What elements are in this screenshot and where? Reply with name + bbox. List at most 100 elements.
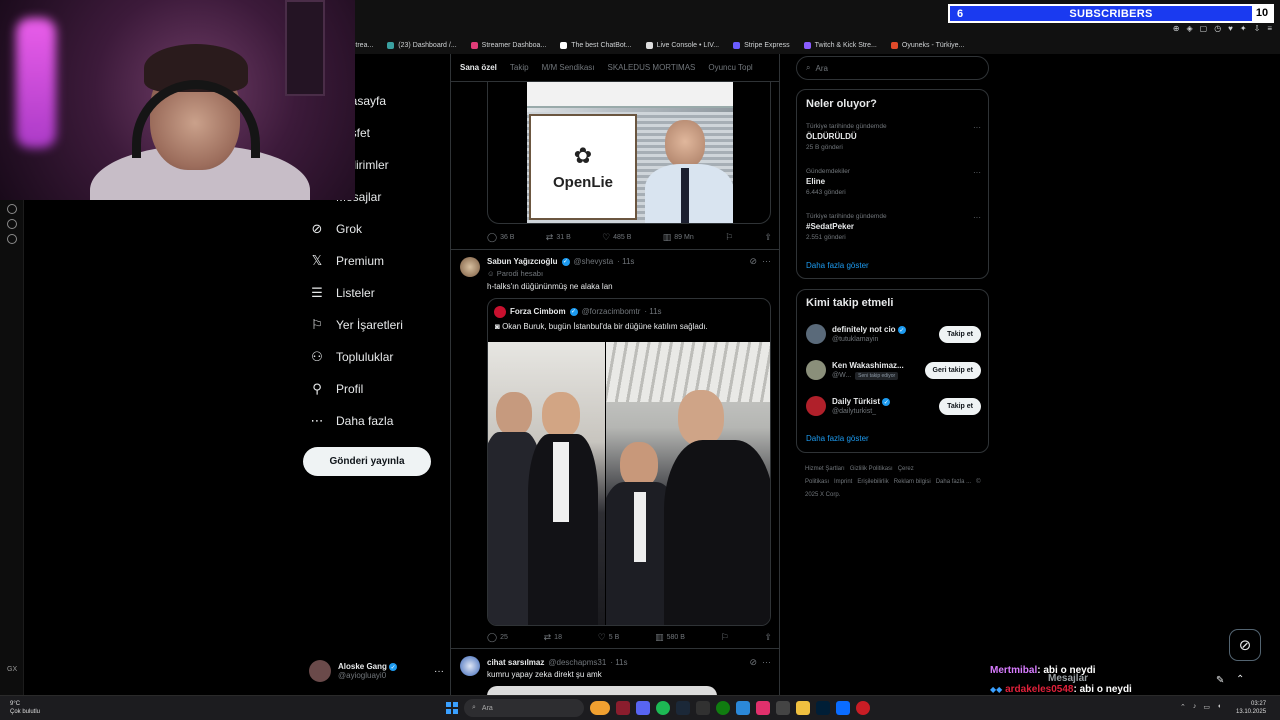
views-button[interactable]: ▥ 580 B [655,632,685,643]
nav-item-more-circle[interactable]: ⋯ Daha fazla [310,409,394,433]
bookmark-item[interactable]: Live Console • LIV... [645,38,719,52]
expand-chevron-icon[interactable]: ⌃ [1236,674,1244,685]
follow-suggestion[interactable]: definitely not cio ✓ @tutuklamayin Takip e… [806,323,981,345]
author-handle[interactable]: @shevysta [574,257,614,266]
more-icon[interactable]: ··· [973,213,981,222]
post-media[interactable]: ✿ OpenLie [487,82,771,224]
author-name[interactable]: Sabun Yağızcıoğlu [487,257,558,266]
chevron-up-icon[interactable]: ⌃ [1180,703,1186,711]
post-menu[interactable]: ⊘ ··· [749,657,771,668]
bookmark-item[interactable]: Streamer Dashboa... [470,38,546,52]
compose-message-icon[interactable]: ✎ [1216,675,1224,686]
taskbar-search[interactable]: ⌕ Ara [464,699,584,717]
system-clock[interactable]: 03:27 13.10.2025 [1236,700,1266,716]
app-icon[interactable] [836,701,850,715]
follow-button[interactable]: Takip et [939,398,981,415]
more-icon[interactable]: ··· [973,123,981,132]
share-button[interactable]: ⇪ [764,632,772,643]
file-explorer-icon[interactable] [796,701,810,715]
photo-left[interactable] [488,342,605,625]
reply-button[interactable]: ◯ 36 B [487,232,514,243]
tab-icon[interactable]: ▢ [1200,24,1208,33]
follow-button[interactable]: Geri takip et [924,362,981,379]
settings-icon[interactable] [6,234,17,244]
more-icon[interactable]: ··· [973,168,981,177]
follow-button[interactable]: Takip et [939,326,981,343]
repost-button[interactable]: ⇄ 31 B [546,232,571,243]
timeline-tab[interactable]: M/M Sendikası [542,63,595,72]
timeline-tab[interactable]: SKALEDUS MORTIMAS [608,63,696,72]
bookmark-item[interactable]: The best ChatBot... [560,38,632,52]
post-button[interactable]: Gönderi yayınla [303,447,431,476]
search-input[interactable]: Ara [815,64,827,73]
timeline-tab[interactable]: Oyuncu Topl [708,63,752,72]
bookmark-button[interactable]: ⚐ [725,232,733,243]
bookmark-button[interactable]: ⚐ [721,632,729,643]
xbox-icon[interactable] [716,701,730,715]
zoom-icon[interactable]: ⊕ [1173,24,1180,33]
like-button[interactable]: ♡ 485 B [602,232,631,243]
discord-icon[interactable] [636,701,650,715]
post-time[interactable]: · 11s [617,257,634,266]
clock-icon[interactable] [6,204,17,214]
views-button[interactable]: ▥ 89 Mn [663,232,694,243]
timeline-tab[interactable]: Sana özel [460,63,497,72]
post[interactable]: Sabun Yağızcıoğlu ✓ @shevysta · 11s ⊘ ··… [451,251,779,649]
follow-suggestion[interactable]: Daily Türkist ✓ @dailyturkist_ Takip et [806,395,981,417]
shield-icon[interactable]: ◈ [1186,24,1192,33]
heart-icon[interactable]: ♥ [1228,24,1233,33]
download-icon[interactable]: ⇩ [1254,24,1261,33]
epic-games-icon[interactable] [696,701,710,715]
search-box[interactable]: ⌕ Ara [796,56,989,80]
spotify-icon[interactable] [656,701,670,715]
account-switcher[interactable]: Aloske Gang ✓ @ayiogluayi0 ··· [309,658,444,684]
trend-item[interactable]: Türkiye tarihinde gündemde ÖLDÜRÜLDÜ 25 B … [806,123,981,151]
weather-widget[interactable]: 9°C Çok bulutlu [10,700,40,716]
post[interactable]: ✿ OpenLie ◯ 36 B ⇄ 31 B ♡ 485 B ▥ 89 Mn ⚐ ⇪ [451,82,779,250]
app-icon[interactable] [776,701,790,715]
avatar[interactable] [460,257,480,277]
trends-show-more[interactable]: Daha fazla göster [806,261,869,270]
start-button[interactable] [446,702,458,714]
more-icon[interactable]: ··· [762,256,771,266]
opera-gx-icon[interactable] [616,701,630,715]
nav-item-bookmark[interactable]: ⚐ Yer İşaretleri [310,313,403,337]
network-icon[interactable]: ▭ [1203,703,1210,711]
nav-item-communities[interactable]: ⚇ Topluluklar [310,345,393,369]
grok-icon[interactable]: ⊘ [749,657,757,667]
bookmark-item[interactable]: (23) Dashboard /... [387,38,457,52]
trend-item[interactable]: Gündemdekiler Eline 6.443 gönderi ··· [806,168,981,196]
footer-link[interactable]: Erişilebilirlik [857,479,888,485]
who-to-follow-show-more[interactable]: Daha fazla göster [806,434,869,443]
bookmark-item[interactable]: Stripe Express [733,38,790,52]
share-button[interactable]: ⇪ [764,232,772,243]
trend-item[interactable]: Türkiye tarihinde gündemde #SedatPeker 2.5… [806,213,981,241]
like-button[interactable]: ♡ 5 B [598,632,620,643]
footer-link[interactable]: Gizlilik Politikası [850,466,893,472]
grok-button[interactable]: ⊘ [1229,629,1261,661]
avatar[interactable] [460,656,480,676]
steam-icon[interactable] [676,701,690,715]
author-name[interactable]: cihat sarsılmaz [487,658,544,667]
quoted-post[interactable]: Forza Cimbom ✓ @forzacimbomtr · 11s ◙ Ok… [487,298,771,626]
bookmark-item[interactable]: Twitch & Kick Stre... [803,38,877,52]
grok-icon[interactable]: ⊘ [749,256,757,266]
messenger-icon[interactable] [6,219,17,229]
bookmark-item[interactable]: Oyuneks - Türkiye... [890,38,964,52]
widgets-icon[interactable] [590,701,610,715]
follow-suggestion[interactable]: Ken Wakashimaz... @W... Seni takip ediyor G… [806,359,981,381]
footer-link[interactable]: Hizmet Şartları [805,466,845,472]
more-icon[interactable]: ··· [762,657,771,667]
nav-item-grok[interactable]: ⊘ Grok [310,217,362,241]
menu-icon[interactable]: ≡ [1267,24,1272,33]
app-icon[interactable] [736,701,750,715]
footer-link[interactable]: Daha fazla ... [936,479,971,485]
reply-button[interactable]: ◯ 25 [487,632,508,643]
nav-item-list[interactable]: ☰ Listeler [310,281,375,305]
post-menu[interactable]: ⊘ ··· [749,256,771,267]
photo-right[interactable] [606,342,770,625]
author-handle[interactable]: @deschapms31 [548,658,606,667]
instagram-icon[interactable] [756,701,770,715]
nav-item-profile[interactable]: ⚲ Profil [310,377,363,401]
app-icon[interactable] [856,701,870,715]
